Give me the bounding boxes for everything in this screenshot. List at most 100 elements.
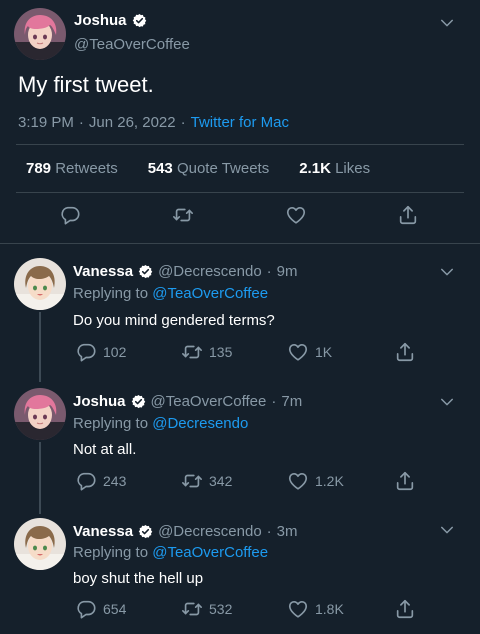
heart-icon	[287, 341, 309, 363]
retweets-stat[interactable]: 789 Retweets	[26, 160, 118, 177]
share-button[interactable]	[394, 341, 416, 363]
replying-to: Replying to @Decresendo	[73, 415, 248, 432]
display-name[interactable]: Joshua	[73, 393, 126, 410]
retweets-count: 789	[26, 160, 52, 177]
retweet-icon	[181, 598, 203, 620]
like-count: 1K	[315, 344, 333, 360]
avatar-image	[14, 258, 66, 310]
avatar-image	[14, 388, 66, 440]
tweet-stats: 789 Retweets 543 Quote Tweets 2.1K Likes	[26, 160, 370, 177]
retweet-icon	[181, 470, 203, 492]
user-handle[interactable]: @TeaOverCoffee	[74, 36, 190, 53]
replying-to: Replying to @TeaOverCoffee	[73, 285, 268, 302]
retweet-button[interactable]: 135	[181, 341, 232, 363]
meta-separator: ·	[266, 263, 272, 280]
like-count: 1.2K	[315, 473, 344, 489]
like-button[interactable]: 1.8K	[287, 598, 344, 620]
tweet-time[interactable]: 3:19 PM	[18, 114, 74, 131]
replying-to-label: Replying to	[73, 544, 149, 561]
retweet-button[interactable]: 532	[181, 598, 232, 620]
likes-count: 2.1K	[299, 160, 331, 177]
avatar-image	[14, 518, 66, 570]
chevron-down-icon[interactable]	[438, 521, 456, 539]
retweet-count: 342	[209, 473, 233, 489]
divider	[16, 144, 464, 145]
verified-badge-icon	[132, 13, 147, 28]
share-icon	[394, 341, 416, 363]
reply-time[interactable]: 3m	[277, 523, 298, 540]
heart-icon	[285, 204, 307, 226]
like-button[interactable]: 1K	[287, 341, 332, 363]
comment-icon	[75, 470, 97, 492]
reply-button[interactable]	[59, 204, 81, 226]
comment-icon	[75, 598, 97, 620]
avatar-image	[14, 8, 66, 60]
quote-tweets-count: 543	[147, 160, 173, 177]
avatar[interactable]	[14, 258, 66, 310]
likes-stat[interactable]: 2.1K Likes	[299, 160, 370, 177]
chevron-down-icon[interactable]	[438, 14, 456, 32]
avatar[interactable]	[14, 388, 66, 440]
quote-tweets-stat[interactable]: 543 Quote Tweets	[148, 160, 269, 177]
reply-text: Do you mind gendered terms?	[73, 312, 275, 329]
thread-line	[39, 312, 41, 382]
share-icon	[394, 470, 416, 492]
thread-line	[39, 442, 41, 514]
share-icon	[394, 598, 416, 620]
verified-badge-icon	[138, 264, 153, 279]
reply-time[interactable]: 7m	[281, 393, 302, 410]
avatar[interactable]	[14, 8, 66, 60]
retweets-label: Retweets	[55, 160, 118, 177]
retweet-icon	[181, 341, 203, 363]
tweet-date[interactable]: Jun 26, 2022	[89, 114, 176, 131]
chevron-down-icon[interactable]	[438, 263, 456, 281]
retweet-count: 135	[209, 344, 233, 360]
heart-icon	[287, 470, 309, 492]
display-name[interactable]: Vanessa	[73, 523, 133, 540]
replying-to-label: Replying to	[73, 285, 149, 302]
user-handle[interactable]: @Decrescendo	[158, 263, 262, 280]
display-name[interactable]: Vanessa	[73, 263, 133, 280]
display-name[interactable]: Joshua	[74, 12, 127, 29]
share-button[interactable]	[397, 204, 419, 226]
reply-button[interactable]: 102	[75, 341, 126, 363]
reply-time[interactable]: 9m	[277, 263, 298, 280]
reply-count: 654	[103, 601, 127, 617]
heart-icon	[287, 598, 309, 620]
main-action-bar	[0, 204, 480, 230]
tweet-text: My first tweet.	[18, 72, 154, 97]
meta-separator: ·	[180, 114, 186, 131]
reply-text: boy shut the hell up	[73, 570, 204, 587]
like-button[interactable]: 1.2K	[287, 470, 344, 492]
replying-to-handle[interactable]: @TeaOverCoffee	[152, 285, 268, 302]
reply-count: 243	[103, 473, 127, 489]
reply-text: Not at all.	[73, 441, 137, 458]
like-button[interactable]	[285, 204, 307, 226]
replying-to: Replying to @TeaOverCoffee	[73, 544, 268, 561]
verified-badge-icon	[131, 394, 146, 409]
avatar[interactable]	[14, 518, 66, 570]
meta-separator: ·	[78, 114, 84, 131]
retweet-button[interactable]	[172, 204, 194, 226]
replying-to-handle[interactable]: @TeaOverCoffee	[152, 544, 268, 561]
retweet-button[interactable]: 342	[181, 470, 232, 492]
verified-badge-icon	[138, 524, 153, 539]
retweet-count: 532	[209, 601, 233, 617]
share-button[interactable]	[394, 598, 416, 620]
divider	[0, 243, 480, 244]
user-handle[interactable]: @TeaOverCoffee	[151, 393, 267, 410]
quote-tweets-label: Quote Tweets	[176, 160, 270, 177]
tweet-client-link[interactable]: Twitter for Mac	[191, 114, 289, 131]
user-handle[interactable]: @Decrescendo	[158, 523, 262, 540]
comment-icon	[59, 204, 81, 226]
share-button[interactable]	[394, 470, 416, 492]
replying-to-label: Replying to	[73, 415, 149, 432]
replying-to-handle[interactable]: @Decresendo	[152, 415, 248, 432]
comment-icon	[75, 341, 97, 363]
chevron-down-icon[interactable]	[438, 393, 456, 411]
share-icon	[397, 204, 419, 226]
reply-button[interactable]: 654	[75, 598, 126, 620]
reply-button[interactable]: 243	[75, 470, 126, 492]
likes-label: Likes	[335, 160, 371, 177]
meta-separator: ·	[271, 393, 277, 410]
